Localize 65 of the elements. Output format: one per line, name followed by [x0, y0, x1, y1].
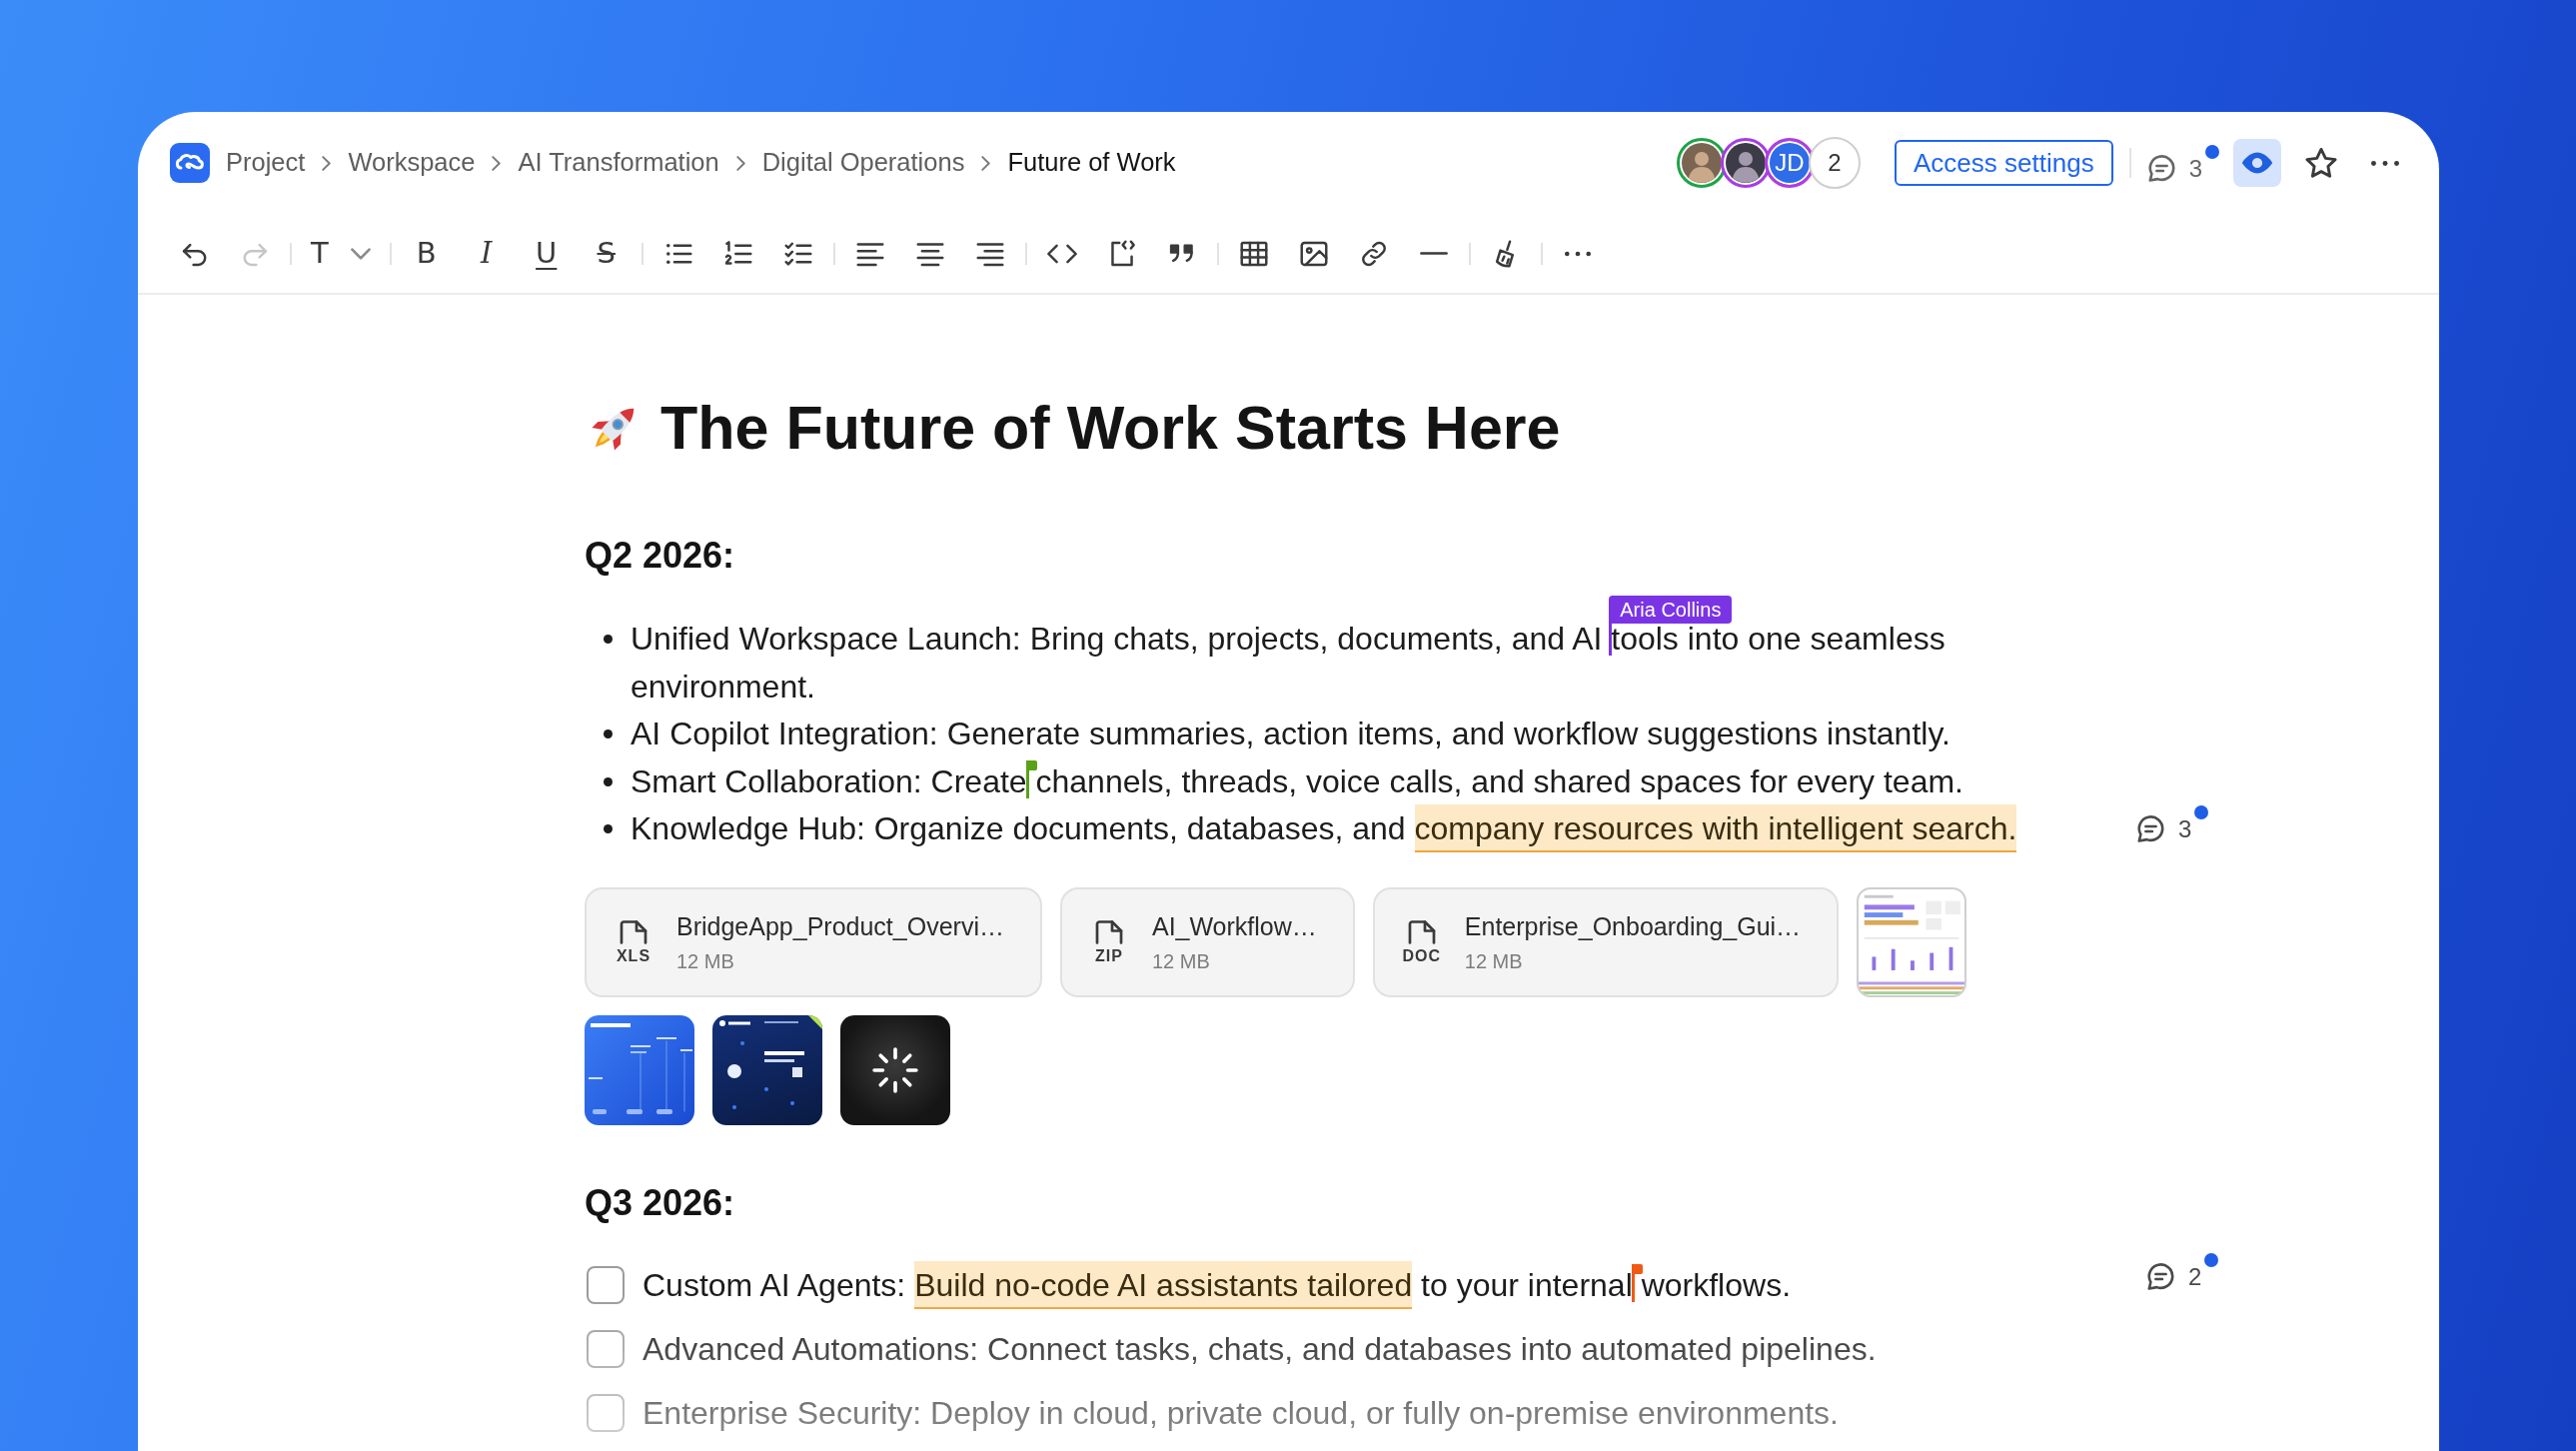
image-thumbnail[interactable] [712, 1014, 822, 1125]
file-icon [618, 919, 649, 944]
collaborator-name-tag: Aria Collins [1609, 596, 1733, 624]
file-type-label: ZIP [1095, 947, 1123, 964]
strikethrough-button[interactable]: S [584, 231, 629, 276]
list-item-text: Custom AI Agents: Build no-code AI assistants tailored to your internal workflows. [643, 1252, 1791, 1317]
chevron-right-icon [981, 155, 991, 171]
loading-spinner-icon [872, 1046, 918, 1093]
preview-button[interactable] [2233, 139, 2281, 187]
file-name: Enterprise_Onboarding_Gui… [1464, 910, 1802, 941]
comment-count-button[interactable]: 3 [2137, 805, 2209, 842]
underline-button[interactable]: U [524, 231, 569, 276]
comment-icon [2147, 154, 2175, 182]
file-attachment[interactable]: XLS BridgeApp_Product_Overvi… 12 MB [585, 886, 1042, 997]
file-name: BridgeApp_Product_Overvi… [676, 910, 1004, 941]
breadcrumb-current[interactable]: Future of Work [1007, 147, 1176, 179]
section-heading: Q2 2026: [585, 534, 736, 578]
photo-placeholder[interactable] [840, 1014, 950, 1125]
breadcrumb-link[interactable]: Digital Operations [761, 147, 965, 179]
chevron-right-icon [492, 155, 502, 171]
bold-button[interactable]: B [404, 231, 449, 276]
file-attachment[interactable]: ZIP AI_Workflow… 12 MB [1059, 886, 1355, 997]
file-type-label: XLS [616, 947, 651, 964]
breadcrumb-link[interactable]: Project [226, 147, 306, 179]
breadcrumb-link[interactable]: Workspace [348, 147, 476, 179]
list-item-text: Knowledge Hub: Organize documents, databases, and company resources with intelligent search. [631, 805, 2017, 853]
breadcrumb-link[interactable]: AI Transformation [518, 147, 719, 179]
checkbox[interactable] [587, 1265, 625, 1304]
horizontal-rule-icon [1419, 252, 1448, 255]
app-logo-icon[interactable] [170, 143, 210, 183]
more-collaborators-count[interactable]: 2 [1809, 137, 1861, 189]
more-icon [2371, 159, 2399, 167]
star-icon [2305, 147, 2337, 179]
bullet-icon [604, 824, 613, 833]
list-item-text: Advanced Automations: Connect tasks, chats, and databases into automated pipelines. [643, 1329, 1877, 1369]
comment-count-button[interactable]: 3 [2147, 144, 2219, 182]
file-attachment[interactable]: DOC Enterprise_Onboarding_Gui… 12 MB [1372, 886, 1840, 997]
list-item-text: AI Copilot Integration: Generate summaries, action items, and workflow suggestions instantly. [631, 715, 1950, 753]
comment-count-button[interactable]: 2 [2147, 1252, 2219, 1290]
image-thumbnail[interactable] [1857, 886, 1967, 997]
image-thumbnail[interactable] [585, 1014, 694, 1125]
checkbox[interactable] [587, 1329, 625, 1368]
access-settings-button[interactable]: Access settings [1895, 140, 2113, 186]
list-item-text: Enterprise Security: Deploy in cloud, private cloud, or fully on-premise environments. [643, 1393, 1839, 1433]
bullet-icon [604, 635, 613, 644]
list-item-text: Smart Collaboration: Create channels, threads, voice calls, and shared spaces for every team. [631, 761, 1963, 801]
comment-icon [2147, 1262, 2174, 1290]
italic-button[interactable]: I [464, 231, 509, 276]
bullet-icon [604, 729, 613, 738]
file-size: 12 MB [1151, 948, 1211, 973]
file-type-label: DOC [1402, 947, 1442, 964]
chevron-right-icon [322, 155, 332, 171]
avatar-silhouette-icon [1726, 143, 1766, 183]
bullet-icon [604, 776, 613, 786]
comment-icon [2137, 815, 2164, 842]
avatar-silhouette-icon [1682, 143, 1722, 183]
document-title: The Future of Work Starts Here [660, 393, 1561, 464]
file-size: 12 MB [1464, 948, 1524, 973]
more-icon [1564, 250, 1591, 257]
file-size: 12 MB [676, 948, 735, 973]
text-style-button[interactable]: T [305, 231, 377, 276]
chevron-right-icon [735, 155, 745, 171]
section-heading: Q3 2026: [585, 1180, 736, 1225]
checkbox[interactable] [587, 1393, 625, 1432]
file-name: AI_Workflow… [1151, 910, 1317, 941]
